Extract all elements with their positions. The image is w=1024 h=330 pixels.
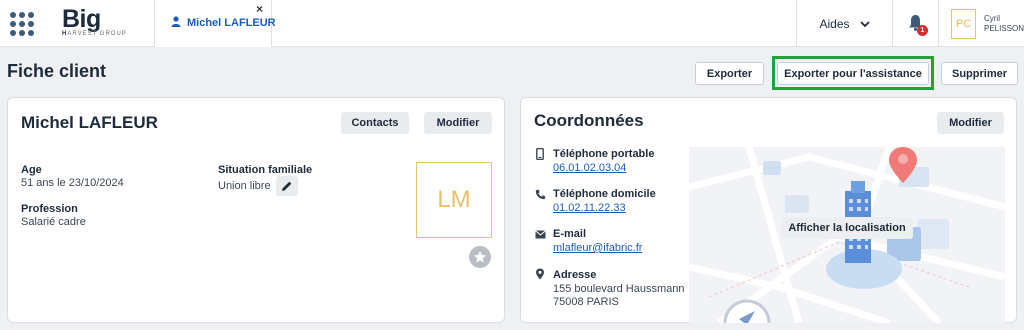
modify-coordonnees-button[interactable]: Modifier (937, 112, 1004, 134)
notification-badge: 1 (917, 25, 928, 36)
situation-label: Situation familiale (218, 164, 313, 176)
close-icon[interactable]: × (256, 2, 263, 16)
user-menu[interactable]: PC Cyril PELISSON (938, 0, 1024, 47)
contacts-button[interactable]: Contacts (341, 112, 409, 134)
logo-main: Big (62, 5, 101, 33)
situation-value: Union libre (218, 180, 271, 192)
adresse-label: Adresse (553, 269, 597, 281)
top-bar: Big HARVEST GROUP Michel LAFLEUR × Aides… (0, 0, 1024, 47)
tel-domicile-link[interactable]: 01.02.11.22.33 (553, 202, 626, 214)
profession-label: Profession (21, 203, 78, 215)
user-icon (171, 16, 181, 30)
export-assistance-button[interactable]: Exporter pour l'assistance (777, 62, 929, 85)
pencil-icon[interactable] (276, 176, 298, 196)
apps-grid-icon[interactable] (8, 10, 36, 38)
mail-icon (534, 228, 546, 240)
show-location-button[interactable]: Afficher la localisation (781, 217, 913, 239)
logo-sub: HARVEST GROUP (62, 31, 127, 37)
star-icon[interactable] (469, 246, 491, 268)
export-button[interactable]: Exporter (695, 62, 764, 85)
adresse-line1: 155 boulevard Haussmann (553, 283, 685, 295)
adresse-line2: 75008 PARIS (553, 296, 619, 308)
user-last-name: PELISSON (983, 23, 1024, 33)
delete-button[interactable]: Supprimer (941, 62, 1018, 85)
tel-portable-link[interactable]: 06.01.02.03.04 (553, 162, 626, 174)
aides-menu[interactable]: Aides (796, 0, 892, 47)
age-value: 51 ans le 23/10/2024 (21, 177, 124, 189)
logo[interactable]: Big HARVEST GROUP (62, 6, 146, 42)
page-title: Fiche client (7, 61, 107, 81)
notifications-button[interactable]: 1 (892, 0, 938, 47)
email-link[interactable]: mlafleur@ifabric.fr (553, 242, 642, 254)
location-pin-icon (534, 268, 546, 280)
user-first-name: Cyril (983, 13, 1000, 23)
tel-domicile-label: Téléphone domicile (553, 188, 656, 200)
tab-label: Michel LAFLEUR (187, 17, 276, 29)
tab-client[interactable]: Michel LAFLEUR × (154, 0, 276, 47)
client-photo[interactable]: LM (416, 162, 492, 238)
modify-client-button[interactable]: Modifier (424, 112, 492, 134)
phone-icon (534, 188, 546, 200)
coordonnees-title: Coordonnées (534, 111, 644, 130)
mobile-phone-icon (534, 148, 546, 160)
age-label: Age (21, 164, 42, 176)
client-name: Michel LAFLEUR (21, 113, 158, 132)
tel-portable-label: Téléphone portable (553, 148, 655, 160)
avatar: PC (951, 8, 976, 39)
aides-label: Aides (819, 16, 850, 31)
chevron-down-icon (859, 17, 870, 31)
email-label: E-mail (553, 228, 587, 240)
profession-value: Salarié cadre (21, 216, 86, 228)
